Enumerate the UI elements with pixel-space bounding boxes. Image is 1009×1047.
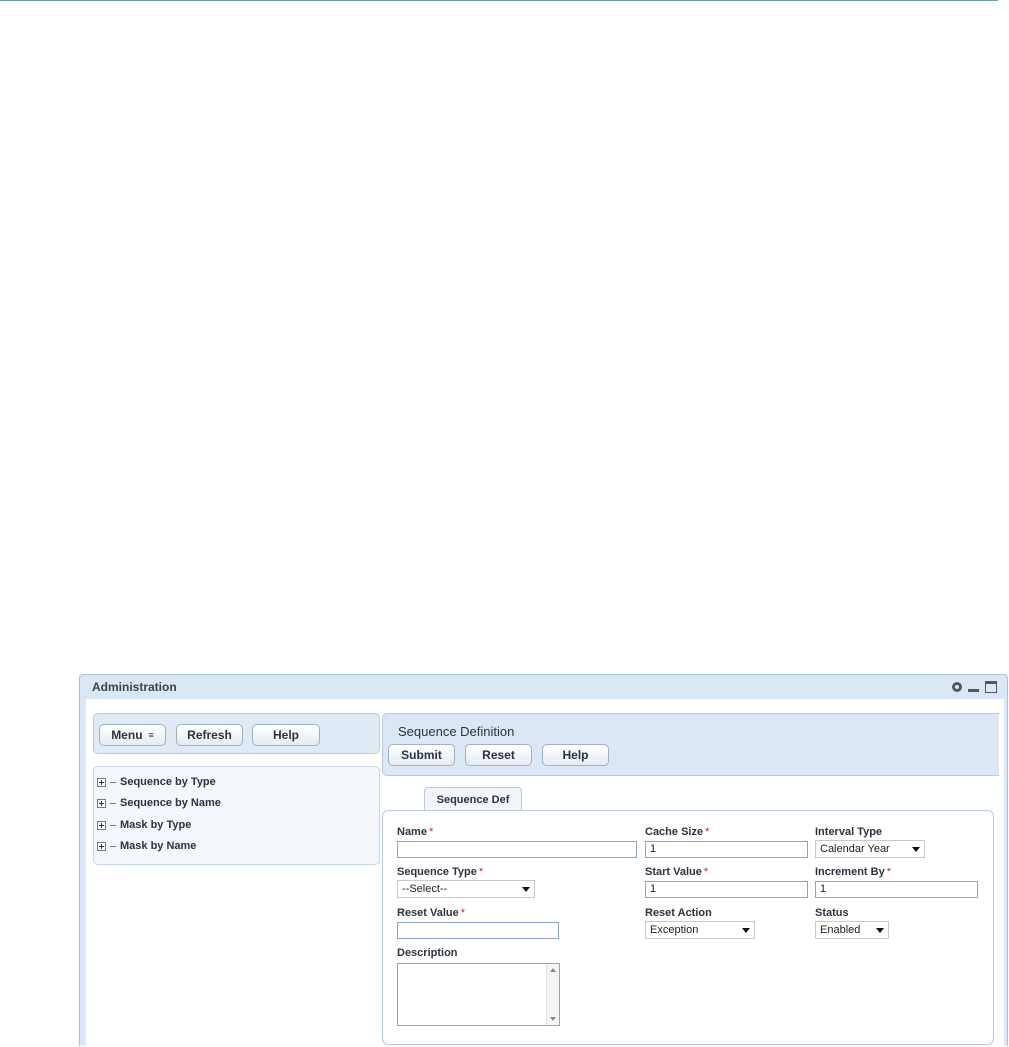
- dropdown-arrow-icon: [742, 927, 750, 933]
- tree-connector: [110, 802, 116, 804]
- maximize-icon[interactable]: [985, 681, 997, 693]
- start-value-label: Start Value *: [645, 866, 709, 878]
- tab-sequence-def[interactable]: Sequence Def: [424, 787, 522, 811]
- status-value: Enabled: [820, 924, 861, 936]
- section-help-button[interactable]: Help: [542, 744, 609, 766]
- scroll-up-icon[interactable]: [550, 968, 556, 972]
- required-marker: *: [428, 826, 434, 838]
- status-select[interactable]: Enabled: [815, 921, 889, 939]
- sequence-def-form: Name * Cache Size * 1 Interval Type Calend…: [382, 810, 994, 1045]
- description-scrollbar[interactable]: [546, 964, 559, 1025]
- cache-size-field[interactable]: 1: [645, 841, 808, 858]
- reset-value-label: Reset Value *: [397, 907, 466, 919]
- start-value-field[interactable]: 1: [645, 881, 808, 898]
- double-chevron-down-icon: ≡: [148, 729, 154, 740]
- administration-portlet: Administration Menu ≡ Refresh Help Seque…: [79, 674, 1008, 1047]
- tree-item-sequence-by-name[interactable]: Sequence by Name: [97, 795, 221, 811]
- tree-item-label: Sequence by Name: [120, 797, 221, 809]
- scroll-down-icon[interactable]: [550, 1017, 556, 1021]
- description-textarea[interactable]: [397, 963, 560, 1026]
- refresh-button[interactable]: Refresh: [176, 724, 243, 746]
- dropdown-arrow-icon: [522, 886, 530, 892]
- menu-button[interactable]: Menu ≡: [99, 724, 166, 746]
- minimize-icon[interactable]: [968, 688, 979, 692]
- name-label: Name *: [397, 826, 434, 838]
- expand-icon[interactable]: [97, 841, 106, 851]
- required-marker: *: [460, 907, 466, 919]
- tree-item-mask-by-type[interactable]: Mask by Type: [97, 817, 191, 833]
- menu-button-label: Menu: [111, 728, 143, 742]
- reset-action-select[interactable]: Exception: [645, 921, 755, 939]
- expand-icon[interactable]: [97, 798, 106, 808]
- portlet-title: Administration: [92, 680, 177, 694]
- required-marker: *: [478, 866, 484, 878]
- tree-connector: [110, 824, 116, 826]
- tree-connector: [110, 781, 116, 783]
- left-toolbar: Menu ≡ Refresh Help: [93, 713, 380, 754]
- tree-item-label: Mask by Name: [120, 840, 197, 852]
- section-title: Sequence Definition: [398, 724, 515, 739]
- interval-type-label: Interval Type: [815, 826, 883, 838]
- increment-by-field[interactable]: 1: [815, 881, 978, 898]
- reset-action-label: Reset Action: [645, 907, 712, 919]
- description-label: Description: [397, 947, 458, 959]
- top-divider: [0, 0, 998, 1]
- expand-icon[interactable]: [97, 777, 106, 787]
- interval-type-value: Calendar Year: [820, 843, 890, 855]
- increment-by-label: Increment By *: [815, 866, 891, 878]
- reset-action-value: Exception: [650, 924, 699, 936]
- status-label: Status: [815, 907, 849, 919]
- required-marker: *: [705, 826, 710, 838]
- tree-connector: [110, 845, 116, 847]
- submit-button[interactable]: Submit: [388, 744, 455, 766]
- name-field[interactable]: [397, 841, 637, 858]
- window-controls: [952, 681, 997, 693]
- reset-value-field[interactable]: [397, 922, 559, 939]
- required-marker: *: [703, 866, 709, 878]
- sequence-type-label: Sequence Type *: [397, 866, 484, 878]
- sequence-tree: Sequence by Type Sequence by Name Mask b…: [93, 766, 380, 865]
- required-marker: *: [886, 866, 891, 878]
- dropdown-arrow-icon: [876, 927, 884, 933]
- portlet-content: Menu ≡ Refresh Help Sequence by Type Seq…: [86, 699, 1004, 1047]
- interval-type-select[interactable]: Calendar Year: [815, 840, 925, 858]
- sequence-type-value: --Select--: [402, 883, 448, 895]
- dropdown-arrow-icon: [912, 846, 920, 852]
- gear-icon[interactable]: [952, 682, 962, 692]
- sequence-type-select[interactable]: --Select--: [397, 880, 535, 898]
- reset-button[interactable]: Reset: [465, 744, 532, 766]
- cache-size-label: Cache Size *: [645, 826, 710, 838]
- tree-item-label: Mask by Type: [120, 819, 192, 831]
- sequence-definition-header: Sequence Definition Submit Reset Help: [382, 713, 999, 776]
- tree-item-mask-by-name[interactable]: Mask by Name: [97, 838, 196, 854]
- expand-icon[interactable]: [97, 820, 106, 830]
- tree-item-sequence-by-type[interactable]: Sequence by Type: [97, 774, 216, 790]
- left-help-button[interactable]: Help: [252, 724, 320, 746]
- tree-item-label: Sequence by Type: [120, 776, 216, 788]
